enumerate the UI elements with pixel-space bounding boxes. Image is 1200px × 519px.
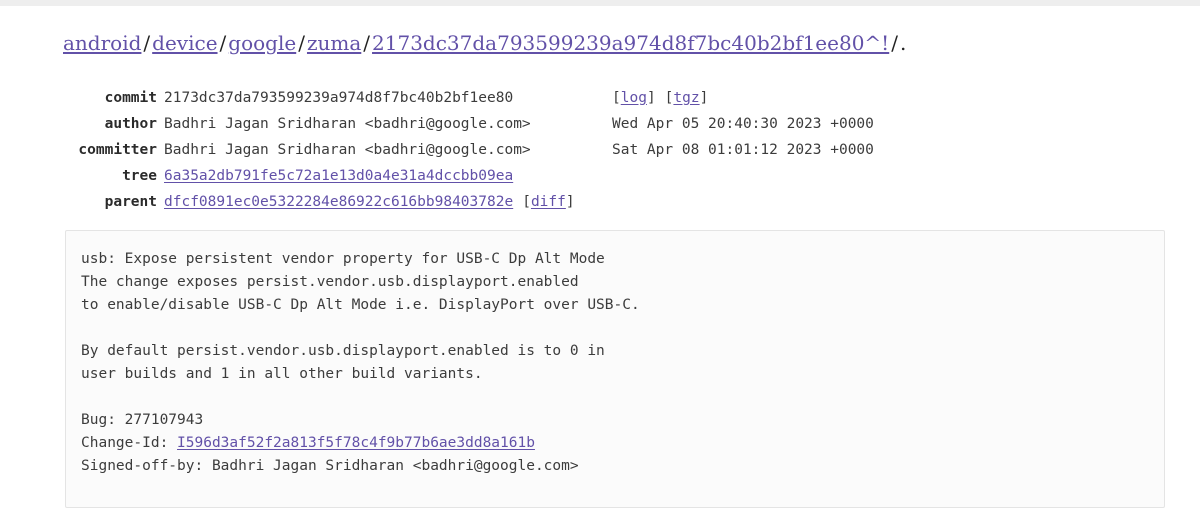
commit-subject: usb: Expose persistent vendor property f… xyxy=(81,251,605,267)
log-link[interactable]: log xyxy=(621,90,647,106)
change-id-link[interactable]: I596d3af52f2a813f5f78c4f9b77b6ae3dd8a161… xyxy=(177,435,535,451)
breadcrumb: android / device / google / zuma/2173dc37da793… xyxy=(63,30,906,56)
bracket-close: ] xyxy=(699,90,709,106)
metadata-label-parent: parent xyxy=(104,194,157,210)
breadcrumb-separator: / xyxy=(143,31,151,55)
commit-message-text: usb: Expose persistent vendor property f… xyxy=(66,231,1164,478)
commit-actions: [log] [tgz] xyxy=(612,85,708,111)
tree-hash-link[interactable]: 6a35a2db791fe5c72a1e13d0a4e31a4dccbb09ea xyxy=(164,168,513,184)
metadata-row-tree: tree 6a35a2db791fe5c72a1e13d0a4e31a4dccb… xyxy=(0,163,575,189)
commit-body-top: The change exposes persist.vendor.usb.di… xyxy=(81,274,640,451)
author-date: Wed Apr 05 20:40:30 2023 +0000 xyxy=(612,116,874,132)
bracket-open: [ xyxy=(522,194,531,210)
metadata-row-author: author Badhri Jagan Sridharan <badhri@go… xyxy=(0,111,874,137)
commit-body-bottom: Signed-off-by: Badhri Jagan Sridharan <b… xyxy=(81,458,579,474)
breadcrumb-link-device[interactable]: device xyxy=(152,31,217,55)
breadcrumb-link-android[interactable]: android xyxy=(63,31,141,55)
parent-hash-link[interactable]: dfcf0891ec0e5322284e86922c616bb98403782e xyxy=(164,194,513,210)
breadcrumb-separator: / xyxy=(219,31,227,55)
bracket-open: [ xyxy=(612,90,621,106)
diff-link[interactable]: diff xyxy=(531,194,566,210)
breadcrumb-separator: / xyxy=(363,31,371,55)
breadcrumb-separator: / xyxy=(298,31,305,55)
breadcrumb-separator: / xyxy=(891,31,898,55)
bracket-close: ] xyxy=(646,90,656,106)
committer-date: Sat Apr 08 01:01:12 2023 +0000 xyxy=(612,142,874,158)
breadcrumb-link-commit[interactable]: 2173dc37da793599239a974d8f7bc40b2bf1ee80… xyxy=(372,31,889,55)
bracket-close: ] xyxy=(565,194,575,210)
metadata-value-tree: 6a35a2db791fe5c72a1e13d0a4e31a4dccbb09ea xyxy=(157,163,513,189)
commit-message-box: usb: Expose persistent vendor property f… xyxy=(65,230,1165,508)
metadata-value-commit-hash: 2173dc37da793599239a974d8f7bc40b2bf1ee80 xyxy=(164,90,514,106)
gitiles-commit-page: android / device / google / zuma/2173dc37da793… xyxy=(0,0,1200,519)
breadcrumb-link-google[interactable]: google xyxy=(228,31,296,55)
metadata-value-author: Badhri Jagan Sridharan <badhri@google.co… xyxy=(164,116,531,132)
commit-metadata: commit 2173dc37da793599239a974d8f7bc40b2… xyxy=(0,85,874,215)
metadata-value-committer: Badhri Jagan Sridharan <badhri@google.co… xyxy=(164,142,531,158)
metadata-label-tree: tree xyxy=(122,168,157,184)
metadata-value-parent: dfcf0891ec0e5322284e86922c616bb98403782e… xyxy=(157,189,575,215)
metadata-label-author: author xyxy=(104,116,157,132)
metadata-label-committer: committer xyxy=(78,142,157,158)
metadata-row-commit: commit 2173dc37da793599239a974d8f7bc40b2… xyxy=(0,85,709,111)
metadata-label-commit: commit xyxy=(104,90,157,106)
metadata-row-committer: committer Badhri Jagan Sridharan <badhri… xyxy=(0,137,873,163)
tgz-link[interactable]: tgz xyxy=(673,90,699,106)
metadata-row-parent: parent dfcf0891ec0e5322284e86922c616bb98… xyxy=(0,189,575,215)
breadcrumb-link-zuma[interactable]: zuma xyxy=(307,31,361,55)
breadcrumb-trailing-dot: . xyxy=(899,31,907,55)
